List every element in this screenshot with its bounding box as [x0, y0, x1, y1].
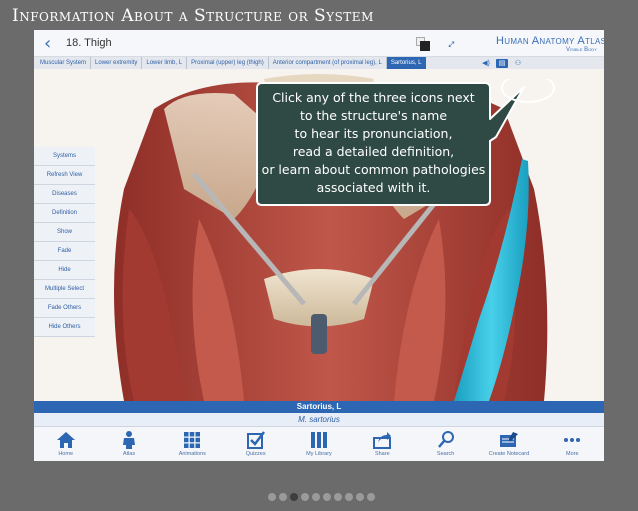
- more-icon: [564, 438, 581, 442]
- multiple-select-button[interactable]: Multiple Select: [34, 280, 95, 299]
- person-icon: [122, 431, 135, 449]
- refresh-view-button[interactable]: Refresh View: [34, 166, 95, 185]
- breadcrumb-item[interactable]: Anterior compartment (of proximal leg), …: [267, 57, 386, 69]
- structure-latin-name: M. sartorius: [34, 413, 604, 426]
- pathologies-icon[interactable]: ⚇: [512, 59, 524, 68]
- search-icon: [437, 431, 454, 448]
- selected-structure-bar: Sartorius, L M. sartorius: [34, 401, 604, 426]
- back-chevron-icon[interactable]: ‹: [44, 33, 51, 54]
- callout-line: read a detailed definition,: [292, 144, 455, 159]
- pager-dot-active[interactable]: [290, 493, 298, 501]
- tab-my-library[interactable]: My Library: [287, 427, 350, 461]
- hide-others-button[interactable]: Hide Others: [34, 318, 95, 337]
- pager-dot[interactable]: [279, 493, 287, 501]
- systems-button[interactable]: Systems: [34, 147, 95, 166]
- pronunciation-icon[interactable]: ◀): [480, 59, 492, 68]
- brand-title: Human Anatomy Atlas: [496, 35, 604, 47]
- definition-icon[interactable]: ▤: [496, 58, 508, 68]
- tab-more[interactable]: More: [541, 427, 604, 461]
- tab-share[interactable]: Share: [351, 427, 414, 461]
- tab-label: My Library: [306, 451, 332, 457]
- grid-icon: [184, 432, 201, 448]
- tools-sidebar: Systems Refresh View Diseases Definition…: [34, 147, 95, 337]
- brand-subtitle: Visible Body: [566, 47, 597, 53]
- share-icon: [373, 432, 392, 449]
- app-window: ‹ 18. Thigh ↕ Human Anatomy Atlas Visibl…: [34, 30, 604, 461]
- app-header: ‹ 18. Thigh ↕ Human Anatomy Atlas Visibl…: [34, 30, 604, 57]
- structure-info-icons: ◀) ▤ ⚇: [480, 57, 524, 69]
- view-mode-icon[interactable]: [416, 37, 430, 51]
- tab-label: Create Notecard: [488, 451, 530, 457]
- library-icon: [310, 432, 327, 448]
- pager-dot[interactable]: [334, 493, 342, 501]
- breadcrumb-item[interactable]: Lower limb, L: [141, 57, 186, 69]
- tab-label: Quizzes: [245, 451, 266, 457]
- callout-line: to hear its pronunciation,: [294, 126, 453, 141]
- fade-button[interactable]: Fade: [34, 242, 95, 261]
- home-icon: [56, 432, 75, 448]
- tab-label: More: [566, 451, 579, 457]
- structure-name[interactable]: Sartorius, L: [34, 401, 604, 413]
- notecard-icon: [499, 432, 518, 447]
- diseases-button[interactable]: Diseases: [34, 185, 95, 204]
- callout-line: associated with it.: [316, 180, 431, 195]
- tab-atlas[interactable]: Atlas: [97, 427, 160, 461]
- pager-dot[interactable]: [367, 493, 375, 501]
- instruction-callout: Click any of the three icons next to the…: [256, 79, 555, 209]
- pager-dot[interactable]: [268, 493, 276, 501]
- tab-label: Animations: [178, 451, 206, 457]
- tab-create-notecard[interactable]: Create Notecard: [477, 427, 540, 461]
- hide-button[interactable]: Hide: [34, 261, 95, 280]
- slide-title: Information About a Structure or System: [12, 6, 374, 26]
- tab-animations[interactable]: Animations: [161, 427, 224, 461]
- tab-home[interactable]: Home: [34, 427, 97, 461]
- breadcrumb-item[interactable]: Proximal (upper) leg (thigh): [186, 57, 268, 69]
- back-title[interactable]: 18. Thigh: [66, 37, 112, 49]
- tab-quizzes[interactable]: Quizzes: [224, 427, 287, 461]
- pager-dot[interactable]: [345, 493, 353, 501]
- bottom-tab-bar: Home Atlas Animations Quizzes My Library…: [34, 426, 604, 461]
- tab-label: Home: [58, 451, 73, 457]
- breadcrumb-item[interactable]: Muscular System: [36, 57, 90, 69]
- pager-dot[interactable]: [323, 493, 331, 501]
- slide-pager: [268, 493, 375, 501]
- callout-line: Click any of the three icons next: [272, 90, 475, 105]
- pager-dot[interactable]: [312, 493, 320, 501]
- definition-button[interactable]: Definition: [34, 204, 95, 223]
- pager-dot[interactable]: [301, 493, 309, 501]
- checkbox-icon: [246, 431, 265, 449]
- pager-dot[interactable]: [356, 493, 364, 501]
- tab-label: Search: [436, 451, 455, 457]
- breadcrumb-item-active[interactable]: Sartorius, L: [385, 57, 426, 69]
- tab-search[interactable]: Search: [414, 427, 477, 461]
- show-button[interactable]: Show: [34, 223, 95, 242]
- expand-icon[interactable]: ↕: [445, 36, 460, 51]
- callout-line: to the structure's name: [299, 108, 448, 123]
- callout-line: or learn about common pathologies: [261, 162, 486, 177]
- fade-others-button[interactable]: Fade Others: [34, 299, 95, 318]
- breadcrumb-item[interactable]: Lower extremity: [90, 57, 141, 69]
- tab-label: Atlas: [122, 451, 136, 457]
- tab-label: Share: [374, 451, 390, 457]
- callout-text: Click any of the three icons next to the…: [256, 89, 491, 197]
